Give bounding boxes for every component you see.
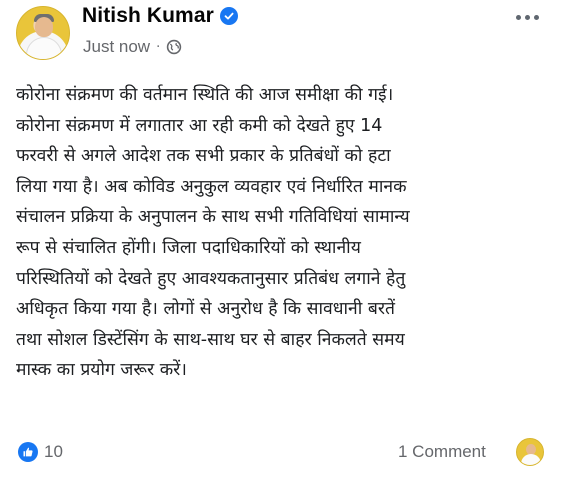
commenter-avatar[interactable]: [516, 438, 544, 466]
post-text-line: अधिकृत किया गया है। लोगों से अनुरोध है क…: [16, 299, 395, 320]
like-icon[interactable]: [18, 442, 38, 462]
post-text-line: रूप से संचालित होंगी। जिला पदाधिकारियों …: [16, 237, 361, 258]
verified-badge-icon: [219, 7, 238, 25]
post-text-line: फरवरी से अगले आदेश तक सभी प्रकार के प्रत…: [16, 146, 391, 167]
more-options-icon[interactable]: [512, 6, 542, 28]
globe-icon[interactable]: [166, 39, 182, 55]
post-body: कोरोना संक्रमण की वर्तमान स्थिति की आज स…: [16, 80, 552, 386]
author-row: Nitish Kumar: [82, 4, 238, 28]
post-meta: Just now ·: [83, 37, 182, 57]
post-text-line: कोरोना संक्रमण में लगातार आ रही कमी को द…: [16, 115, 383, 136]
post-text-line: मास्क का प्रयोग जरूर करें।: [16, 360, 187, 381]
post-timestamp[interactable]: Just now: [83, 37, 150, 57]
post-text-line: कोरोना संक्रमण की वर्तमान स्थिति की आज स…: [16, 85, 394, 105]
comment-count[interactable]: 1 Comment: [398, 442, 486, 462]
post-text-line: परिस्थितियों को देखते हुए आवश्यकतानुसार …: [16, 268, 406, 289]
post-header: Nitish Kumar Just now ·: [0, 0, 564, 72]
meta-separator: ·: [156, 39, 161, 55]
post-text-line: तथा सोशल डिस्टेंसिंग के साथ-साथ घर से बा…: [16, 329, 405, 350]
like-count[interactable]: 10: [44, 442, 63, 462]
post-footer: 10 1 Comment: [0, 434, 564, 474]
author-name[interactable]: Nitish Kumar: [82, 4, 214, 28]
author-avatar[interactable]: [16, 6, 70, 60]
post-text-line: लिया गया है। अब कोविड अनुकुल व्यवहार एवं…: [16, 176, 407, 197]
post-text-line: संचालन प्रक्रिया के अनुपालन के साथ सभी ग…: [16, 207, 410, 228]
